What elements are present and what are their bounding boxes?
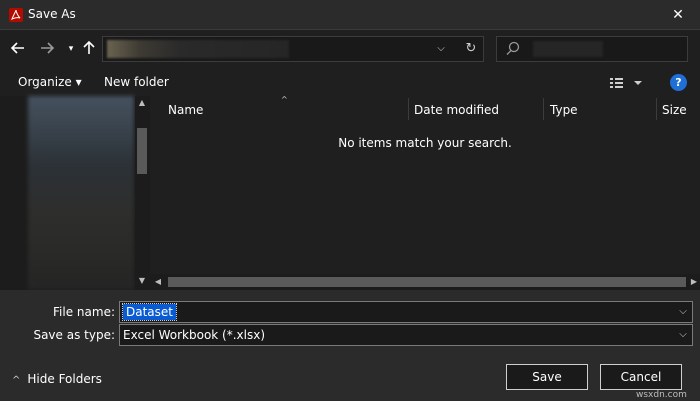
- file-name-combobox[interactable]: Dataset ⌵: [119, 301, 693, 323]
- refresh-icon[interactable]: ↻: [463, 40, 479, 58]
- close-button[interactable]: ✕: [668, 6, 688, 24]
- chevron-down-icon[interactable]: ⌵: [676, 327, 690, 343]
- arrow-up-icon: [83, 40, 95, 54]
- navigation-pane-scrollbar[interactable]: [135, 96, 149, 290]
- help-button[interactable]: ?: [670, 74, 687, 91]
- watermark-text: wsxdn.com: [636, 390, 687, 400]
- column-divider[interactable]: [408, 98, 409, 120]
- column-header-date-modified[interactable]: Date modified: [414, 103, 499, 117]
- arrow-right-icon: [41, 42, 55, 54]
- organize-button[interactable]: Organize ▾: [18, 75, 82, 89]
- cancel-button[interactable]: Cancel: [600, 364, 682, 390]
- save-as-type-value: Excel Workbook (*.xlsx): [123, 328, 266, 342]
- hide-folders-button[interactable]: ^ Hide Folders: [12, 372, 102, 386]
- file-list[interactable]: [150, 96, 700, 290]
- navigation-pane-scroll-thumb[interactable]: [137, 128, 147, 174]
- new-folder-button[interactable]: New folder: [104, 75, 169, 89]
- save-as-type-select[interactable]: Excel Workbook (*.xlsx) ⌵: [119, 324, 693, 346]
- save-button[interactable]: Save: [506, 364, 588, 390]
- acrobat-icon: [9, 8, 23, 22]
- empty-list-message: No items match your search.: [338, 136, 512, 150]
- column-divider[interactable]: [656, 98, 657, 120]
- sort-ascending-icon: ^: [281, 95, 288, 104]
- search-input[interactable]: [496, 36, 688, 62]
- file-name-label: File name:: [53, 305, 115, 319]
- details-view-icon: [610, 78, 642, 88]
- address-bar[interactable]: ⌵ ↻: [102, 36, 484, 62]
- search-icon: [505, 40, 521, 58]
- scroll-down-arrow-icon[interactable]: ▼: [135, 274, 149, 288]
- chevron-down-icon[interactable]: ⌵: [676, 304, 690, 320]
- chevron-down-icon[interactable]: ⌵: [433, 40, 449, 58]
- column-header-name[interactable]: Name: [168, 103, 203, 117]
- save-as-type-label: Save as type:: [33, 328, 115, 342]
- address-path-blurred: [107, 40, 289, 58]
- column-divider[interactable]: [543, 98, 544, 120]
- scroll-right-arrow-icon[interactable]: ▶: [688, 276, 700, 288]
- column-header-type[interactable]: Type: [550, 103, 578, 117]
- forward-button[interactable]: [38, 40, 56, 58]
- column-header-size[interactable]: Size: [662, 103, 687, 117]
- chevron-up-icon: ^: [12, 375, 21, 386]
- window-title: Save As: [28, 7, 76, 21]
- scroll-up-arrow-icon[interactable]: ▲: [135, 96, 149, 110]
- navigation-pane-blurred-content: [28, 96, 134, 290]
- view-options-button[interactable]: [609, 74, 645, 92]
- hide-folders-label: Hide Folders: [27, 372, 102, 386]
- title-bar: [0, 0, 700, 30]
- navigation-pane[interactable]: [0, 96, 150, 290]
- arrow-left-icon: [10, 42, 24, 54]
- back-button[interactable]: [9, 40, 27, 58]
- horizontal-scroll-thumb[interactable]: [168, 277, 686, 287]
- search-text-blurred: [533, 41, 603, 57]
- file-name-input[interactable]: Dataset: [122, 303, 177, 321]
- up-button[interactable]: [80, 40, 98, 58]
- recent-locations-button[interactable]: ▾: [62, 40, 80, 58]
- scroll-left-arrow-icon[interactable]: ◀: [152, 276, 164, 288]
